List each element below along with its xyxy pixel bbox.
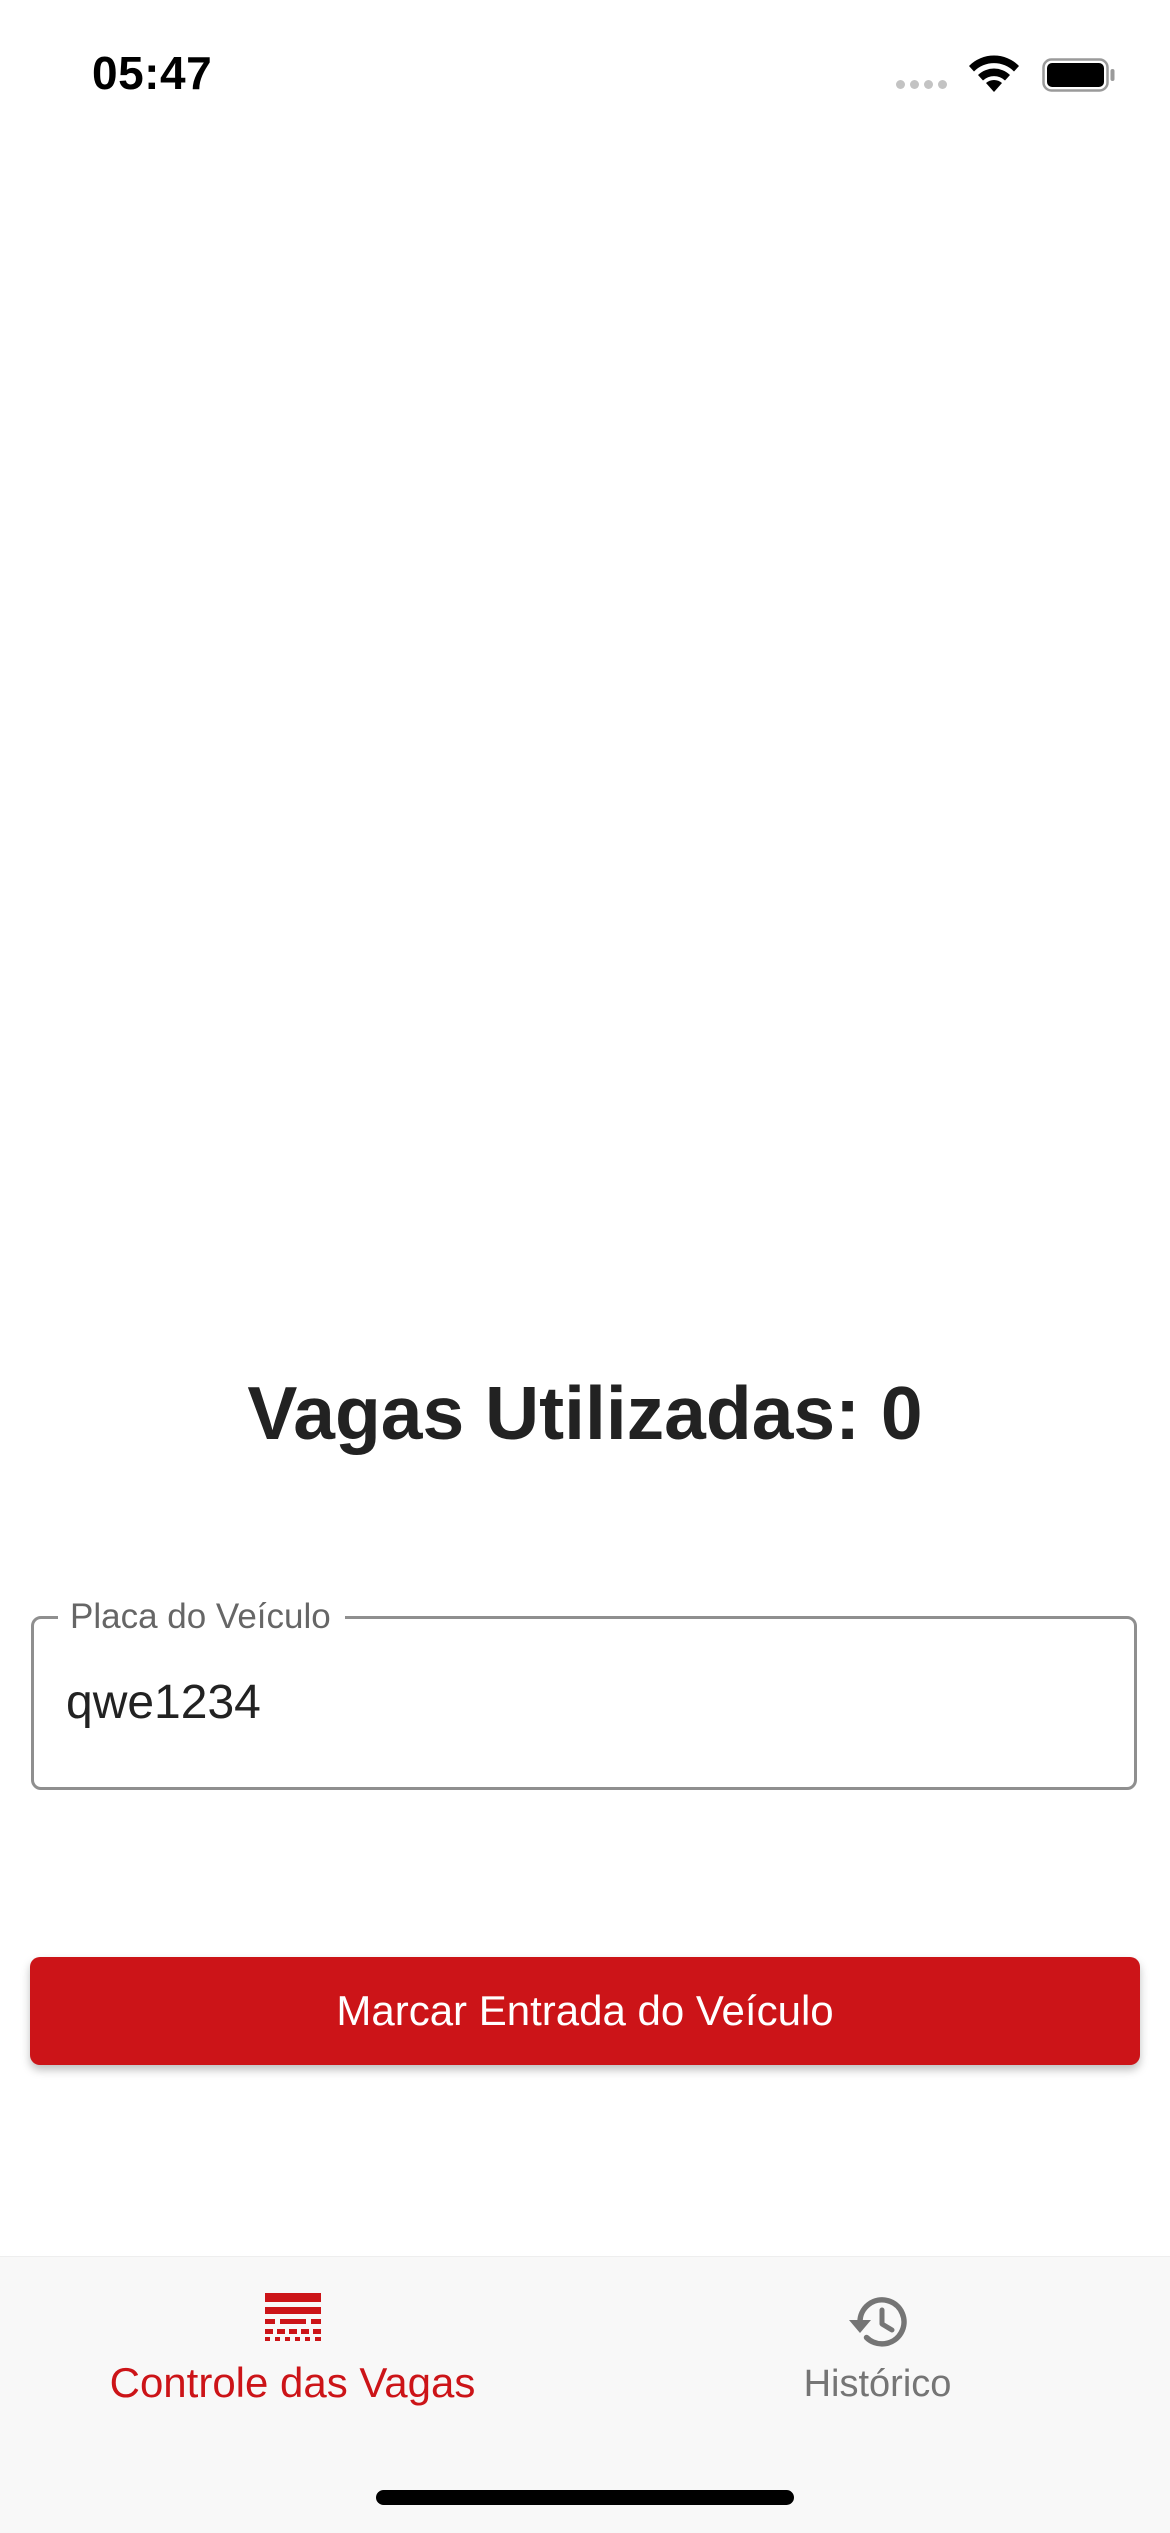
vehicle-plate-input[interactable] xyxy=(66,1667,1096,1737)
used-spots-counter: Vagas Utilizadas: 0 xyxy=(247,1371,923,1455)
status-time: 05:47 xyxy=(92,47,213,99)
wifi-icon xyxy=(969,55,1019,92)
battery-icon xyxy=(1042,58,1115,92)
history-icon xyxy=(848,2297,907,2347)
home-indicator[interactable] xyxy=(376,2490,794,2505)
parking-grid-icon xyxy=(264,2293,321,2341)
vehicle-plate-field[interactable]: Placa do Veículo xyxy=(31,1591,1137,1790)
status-icons xyxy=(896,50,1116,98)
mark-vehicle-entry-button[interactable]: Marcar Entrada do Veículo xyxy=(30,1957,1140,2065)
status-bar: 05:47 xyxy=(0,0,1170,150)
signal-icon xyxy=(896,80,950,90)
tab-controle-das-vagas[interactable]: Controle das Vagas xyxy=(0,2257,585,2437)
tab-label-historico: Histórico xyxy=(803,2363,952,2405)
bottom-tab-bar: Controle das Vagas Histórico xyxy=(0,2256,1170,2533)
vehicle-plate-label: Placa do Veículo xyxy=(58,1591,345,1643)
tab-label-controle-das-vagas: Controle das Vagas xyxy=(109,2359,476,2406)
tab-historico[interactable]: Histórico xyxy=(585,2257,1170,2437)
